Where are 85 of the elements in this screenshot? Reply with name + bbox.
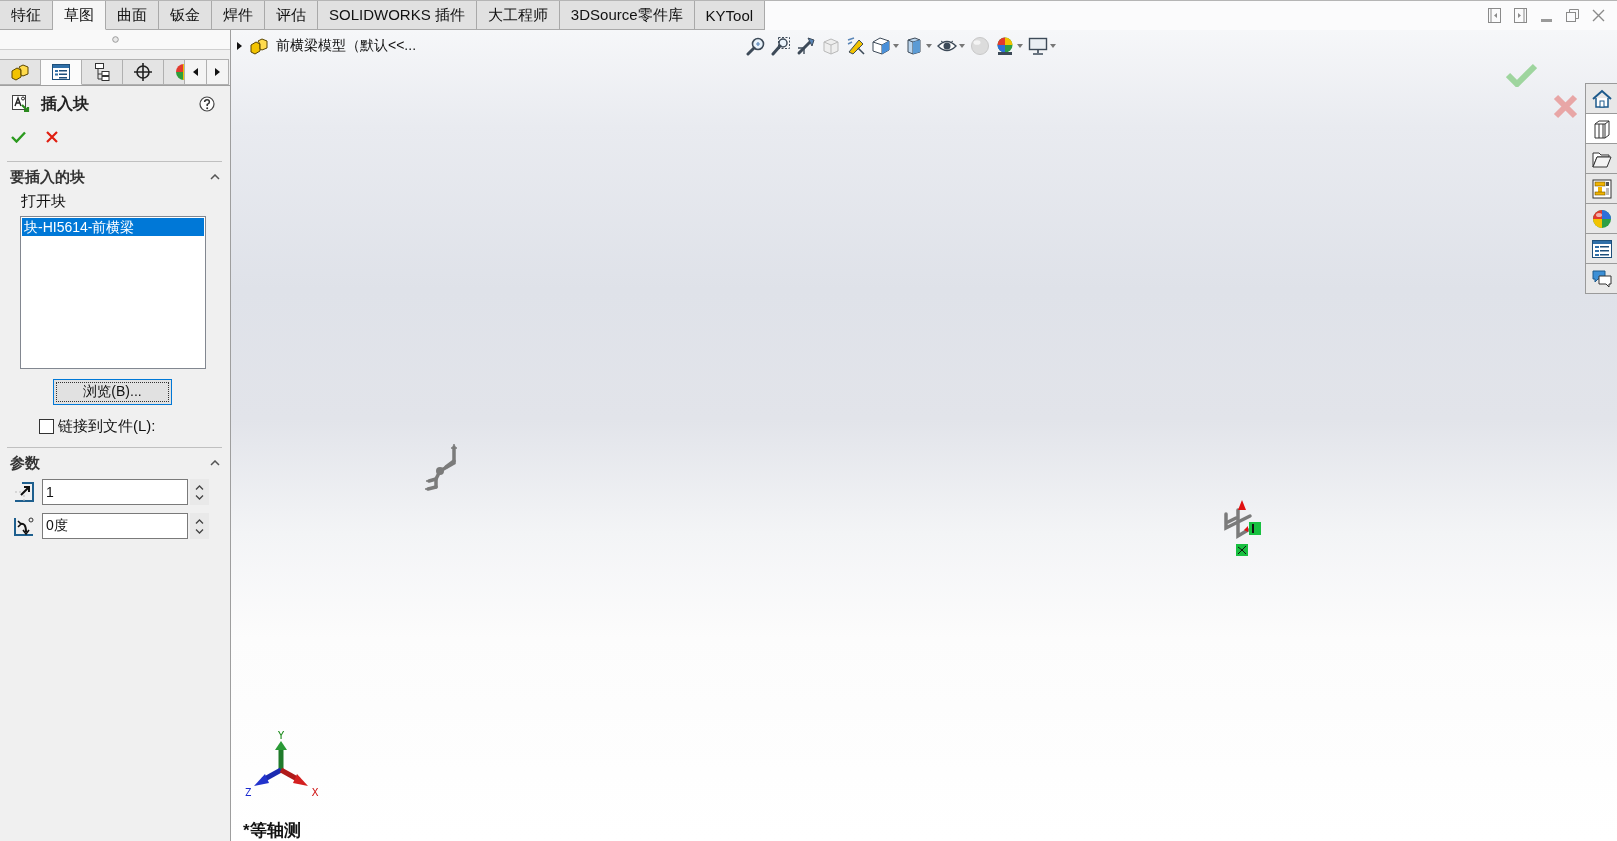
axis-label: Z: [244, 786, 252, 798]
tree-icon: [94, 63, 110, 81]
caret-down-icon[interactable]: [893, 44, 899, 48]
spinner[interactable]: [190, 479, 209, 505]
house-icon: [1591, 88, 1612, 109]
task-pane-tab[interactable]: [1586, 114, 1617, 144]
model-breadcrumb[interactable]: 前横梁模型（默认<<...: [276, 37, 417, 55]
command-tab[interactable]: 焊件: [212, 1, 265, 30]
scroll-left-button[interactable]: [185, 59, 207, 85]
task-pane-tab[interactable]: [1586, 234, 1617, 264]
command-tab[interactable]: 曲面: [106, 1, 159, 30]
page-arrow-icon: [12, 94, 31, 114]
list-icon: [52, 64, 70, 80]
task-pane-tab[interactable]: [1586, 264, 1617, 294]
scene-sphere-icon[interactable]: [995, 36, 1015, 56]
command-tab[interactable]: SOLIDWORKS 插件: [318, 1, 477, 30]
chat-bubbles-icon: [1591, 269, 1612, 288]
blocks-icon: [250, 37, 268, 55]
command-tab[interactable]: 3DSource零件库: [559, 1, 695, 30]
monitor-icon[interactable]: [1028, 36, 1048, 56]
section-title: 参数: [10, 453, 40, 473]
panel-title: 插入块: [41, 93, 89, 114]
dock-right-icon[interactable]: [1514, 8, 1527, 23]
grip-icon[interactable]: [111, 36, 119, 43]
caret-down-icon[interactable]: [1050, 44, 1056, 48]
panel-tab[interactable]: [82, 59, 123, 85]
axis-label: Y: [277, 729, 285, 742]
section-title: 要插入的块: [10, 167, 85, 187]
task-pane-tab[interactable]: [1586, 204, 1617, 234]
dock-left-icon[interactable]: [1488, 8, 1501, 23]
spinner[interactable]: [190, 513, 209, 539]
close-icon[interactable]: [1592, 9, 1605, 22]
task-pane-tab[interactable]: [1586, 144, 1617, 174]
color-sphere-icon: [1591, 208, 1612, 229]
arrow-icon[interactable]: [796, 36, 816, 56]
list-item[interactable]: 块-HI5614-前横梁: [22, 218, 204, 236]
zoom-area-icon[interactable]: [771, 36, 791, 56]
pencil-icon[interactable]: [846, 36, 866, 56]
confirm-check-icon[interactable]: [1506, 63, 1537, 87]
cube-icon[interactable]: [871, 36, 891, 56]
panel-tab[interactable]: [41, 59, 82, 85]
chevron-up-icon[interactable]: [195, 484, 204, 490]
caret-down-icon[interactable]: [926, 44, 932, 48]
checkbox-label[interactable]: 链接到文件(L):: [58, 416, 156, 436]
chevron-down-icon[interactable]: [195, 494, 204, 500]
angle-field[interactable]: 0度: [42, 513, 188, 539]
restore-icon[interactable]: [1566, 9, 1579, 22]
help-icon[interactable]: [199, 96, 215, 112]
rotate-icon: [14, 516, 34, 536]
origin-icon: [1236, 544, 1248, 556]
command-tab[interactable]: 评估: [265, 1, 318, 30]
command-tab[interactable]: KYTool: [694, 1, 766, 30]
chevron-down-icon[interactable]: [195, 528, 204, 534]
shaded-box-icon[interactable]: [904, 36, 924, 56]
scale-field[interactable]: 1: [42, 479, 188, 505]
chevron-icon[interactable]: [210, 174, 220, 180]
task-pane-tab[interactable]: [1586, 84, 1617, 114]
expand-caret-icon[interactable]: [237, 42, 242, 50]
caret-left-icon: [193, 68, 198, 76]
list-icon: [1591, 239, 1612, 258]
folder-icon: [1591, 149, 1612, 168]
browse-button[interactable]: 浏览(B)...: [53, 379, 172, 405]
panel-tab[interactable]: [123, 59, 164, 85]
layout-icon: [1591, 178, 1612, 199]
scale-icon: [14, 482, 34, 502]
axis-label: X: [311, 786, 319, 798]
command-tab[interactable]: 钣金: [159, 1, 212, 30]
field-label: 打开块: [20, 192, 67, 210]
view-name: *等轴测: [243, 820, 301, 841]
caret-right-icon: [215, 68, 220, 76]
scroll-right-button[interactable]: [207, 59, 229, 85]
checkmark-icon[interactable]: [11, 131, 26, 143]
books-icon: [1592, 118, 1611, 139]
chevron-icon[interactable]: [210, 460, 220, 466]
caret-down-icon[interactable]: [1017, 44, 1023, 48]
command-tab[interactable]: 大工程师: [476, 1, 560, 30]
magnifier-icon[interactable]: [746, 36, 766, 56]
command-tab[interactable]: 草图: [53, 1, 106, 30]
chevron-up-icon[interactable]: [195, 518, 204, 524]
blocks-icon: [11, 63, 29, 81]
checkbox[interactable]: [39, 418, 54, 434]
caret-down-icon[interactable]: [959, 44, 965, 48]
close-x-icon[interactable]: [46, 131, 58, 143]
command-tab[interactable]: 特征: [0, 1, 53, 30]
crosshair-icon: [134, 63, 152, 81]
